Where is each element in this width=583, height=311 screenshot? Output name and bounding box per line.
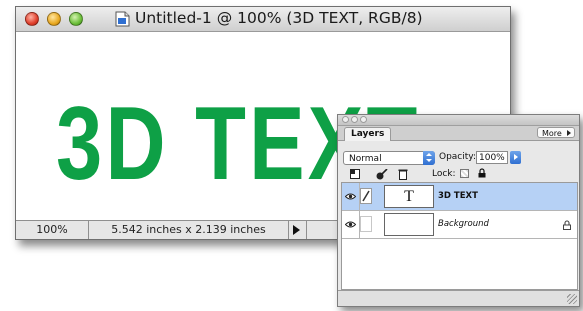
- layer-row-background[interactable]: Background: [342, 211, 577, 239]
- layer-row-3d-text[interactable]: T 3D TEXT: [342, 183, 577, 211]
- lock-all-icon[interactable]: [478, 168, 486, 178]
- close-button[interactable]: [25, 12, 39, 26]
- blend-mode-stepper-icon[interactable]: [423, 151, 435, 165]
- layer-list: T 3D TEXT Background: [341, 182, 578, 290]
- tab-layers[interactable]: Layers: [344, 127, 392, 141]
- layers-palette: Layers More Normal Opacity: 100% Lock: T…: [337, 114, 580, 307]
- visibility-toggle[interactable]: [342, 183, 360, 210]
- zoom-button[interactable]: [69, 12, 83, 26]
- window-titlebar[interactable]: Untitled-1 @ 100% (3D TEXT, RGB/8): [16, 7, 510, 32]
- minimize-button[interactable]: [47, 12, 61, 26]
- brush-icon[interactable]: [376, 169, 388, 180]
- status-divider: [306, 221, 307, 239]
- layer-name[interactable]: 3D TEXT: [438, 191, 478, 201]
- status-menu-arrow-icon[interactable]: [293, 225, 300, 235]
- lock-label: Lock:: [432, 169, 456, 179]
- link-cell-empty[interactable]: [360, 216, 372, 232]
- triangle-right-icon: [567, 130, 571, 136]
- lock-row: Lock:: [338, 167, 579, 181]
- palette-tab-bar: Layers More: [338, 126, 579, 141]
- zoom-level-field[interactable]: 100%: [16, 221, 89, 239]
- more-menu-button[interactable]: More: [537, 127, 575, 138]
- palette-titlebar[interactable]: [338, 115, 579, 126]
- brush-link-icon[interactable]: [360, 188, 372, 204]
- lock-transparent-pixels-icon[interactable]: [350, 169, 360, 179]
- text-layer-thumbnail: T: [384, 185, 434, 208]
- palette-footer: [338, 290, 579, 306]
- visibility-toggle[interactable]: [342, 211, 360, 238]
- window-title: Untitled-1 @ 100% (3D TEXT, RGB/8): [135, 9, 423, 27]
- palette-minimize-button[interactable]: [351, 116, 358, 123]
- lock-position-checkbox[interactable]: [460, 169, 469, 178]
- palette-close-button[interactable]: [342, 116, 349, 123]
- blend-mode-value: Normal: [349, 154, 382, 164]
- eye-icon: [345, 193, 356, 200]
- opacity-label: Opacity:: [439, 152, 476, 162]
- trash-icon[interactable]: [398, 169, 408, 180]
- document-size-info: 5.542 inches x 2.139 inches: [89, 221, 289, 239]
- layer-name[interactable]: Background: [438, 219, 489, 229]
- opacity-slider-button[interactable]: [510, 151, 521, 164]
- background-layer-thumbnail: [384, 213, 434, 236]
- blend-mode-select[interactable]: Normal: [343, 151, 435, 165]
- document-icon: [115, 11, 130, 27]
- palette-zoom-button[interactable]: [360, 116, 367, 123]
- eye-icon: [345, 221, 356, 228]
- layer-lock-icon: [563, 220, 571, 230]
- opacity-input[interactable]: 100%: [476, 151, 508, 164]
- resize-grip-icon[interactable]: [567, 294, 577, 304]
- more-label: More: [542, 129, 562, 138]
